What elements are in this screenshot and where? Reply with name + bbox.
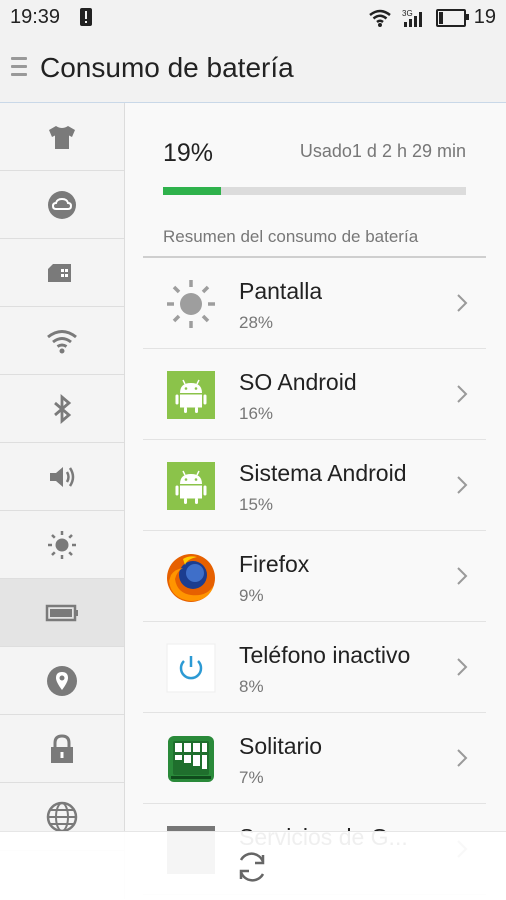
rail-item-themes[interactable] xyxy=(0,103,124,171)
cloud-account-icon xyxy=(48,190,76,219)
menu-icon[interactable] xyxy=(11,57,27,81)
alert-icon xyxy=(80,8,92,26)
item-name: SO Android xyxy=(239,369,357,395)
lock-icon xyxy=(51,733,73,763)
chevron-right-icon xyxy=(457,567,468,585)
chevron-right-icon xyxy=(457,385,468,403)
globe-icon xyxy=(46,801,78,832)
item-name: Firefox xyxy=(239,551,310,577)
chevron-right-icon xyxy=(457,749,468,767)
rail-item-location[interactable] xyxy=(0,647,124,715)
item-percent: 9% xyxy=(239,586,264,605)
android-icon xyxy=(167,462,215,510)
signal-icon: 3G xyxy=(402,9,422,27)
item-percent: 15% xyxy=(239,495,274,514)
used-label: Usado xyxy=(299,141,352,161)
settings-rail xyxy=(0,103,125,899)
rail-item-security[interactable] xyxy=(0,715,124,783)
wifi-icon xyxy=(368,9,391,27)
item-percent: 28% xyxy=(239,313,274,332)
sim-card-icon xyxy=(48,263,71,282)
brightness-icon xyxy=(167,280,215,328)
page-title: Consumo de batería xyxy=(40,52,294,83)
item-percent: 16% xyxy=(239,404,274,423)
battery-status-level: 19 xyxy=(473,6,496,28)
bluetooth-icon xyxy=(54,393,72,424)
chevron-right-icon xyxy=(457,658,468,676)
battery-progress-bar xyxy=(163,187,466,195)
list-item-so-android[interactable]: SO Android 16% xyxy=(143,349,486,440)
item-name: Pantalla xyxy=(239,278,323,304)
status-indicators: 3G 19 xyxy=(368,6,496,29)
list-item-telefono-inactivo[interactable]: Teléfono inactivo 8% xyxy=(143,622,486,713)
android-icon xyxy=(167,371,215,419)
rail-item-battery[interactable] xyxy=(0,579,124,647)
rail-item-bluetooth[interactable] xyxy=(0,375,124,443)
refresh-icon[interactable] xyxy=(233,848,271,886)
rail-item-sound[interactable] xyxy=(0,443,124,511)
brightness-icon xyxy=(48,530,76,559)
chevron-right-icon xyxy=(457,476,468,494)
battery-usage-panel: 19% Usado 1 d 2 h 29 min Resumen del cons… xyxy=(125,103,506,895)
svg-text:3G: 3G xyxy=(402,9,413,18)
speaker-icon xyxy=(50,466,75,487)
power-icon xyxy=(166,643,216,693)
status-bar: 19:39 3G 19 xyxy=(0,0,506,36)
status-time: 19:39 xyxy=(10,6,61,28)
used-value: 1 d 2 h 29 min xyxy=(351,141,466,161)
battery-progress-fill xyxy=(163,187,221,195)
item-name: Teléfono inactivo xyxy=(239,642,411,668)
item-name: Sistema Android xyxy=(239,460,407,486)
bottom-action-bar xyxy=(0,831,506,900)
location-icon xyxy=(47,665,77,696)
rail-item-display[interactable] xyxy=(0,511,124,579)
rail-item-account[interactable] xyxy=(0,171,124,239)
rail-item-wifi[interactable] xyxy=(0,307,124,375)
app-header: Consumo de batería xyxy=(0,36,506,104)
battery-percent: 19% xyxy=(163,139,214,167)
firefox-icon xyxy=(167,554,215,602)
battery-icon xyxy=(45,604,78,621)
battery-status-icon xyxy=(435,8,469,27)
item-percent: 7% xyxy=(239,768,264,787)
usage-list: Pantalla 28% SO Android 16% Sistema Andr… xyxy=(143,258,486,895)
item-name: Solitario xyxy=(239,733,323,759)
summary-label: Resumen del consumo de batería xyxy=(163,227,419,246)
list-item-sistema-android[interactable]: Sistema Android 15% xyxy=(143,440,486,531)
rail-item-sim[interactable] xyxy=(0,239,124,307)
shirt-icon xyxy=(49,125,75,149)
wifi-icon xyxy=(47,329,77,353)
item-percent: 8% xyxy=(239,677,264,696)
list-item-pantalla[interactable]: Pantalla 28% xyxy=(143,258,486,349)
battery-used-time: Usado 1 d 2 h 29 min xyxy=(300,141,466,162)
list-item-solitario[interactable]: Solitario 7% xyxy=(143,713,486,804)
list-item-firefox[interactable]: Firefox 9% xyxy=(143,531,486,622)
chevron-right-icon xyxy=(457,294,468,312)
solitaire-icon xyxy=(168,736,214,782)
